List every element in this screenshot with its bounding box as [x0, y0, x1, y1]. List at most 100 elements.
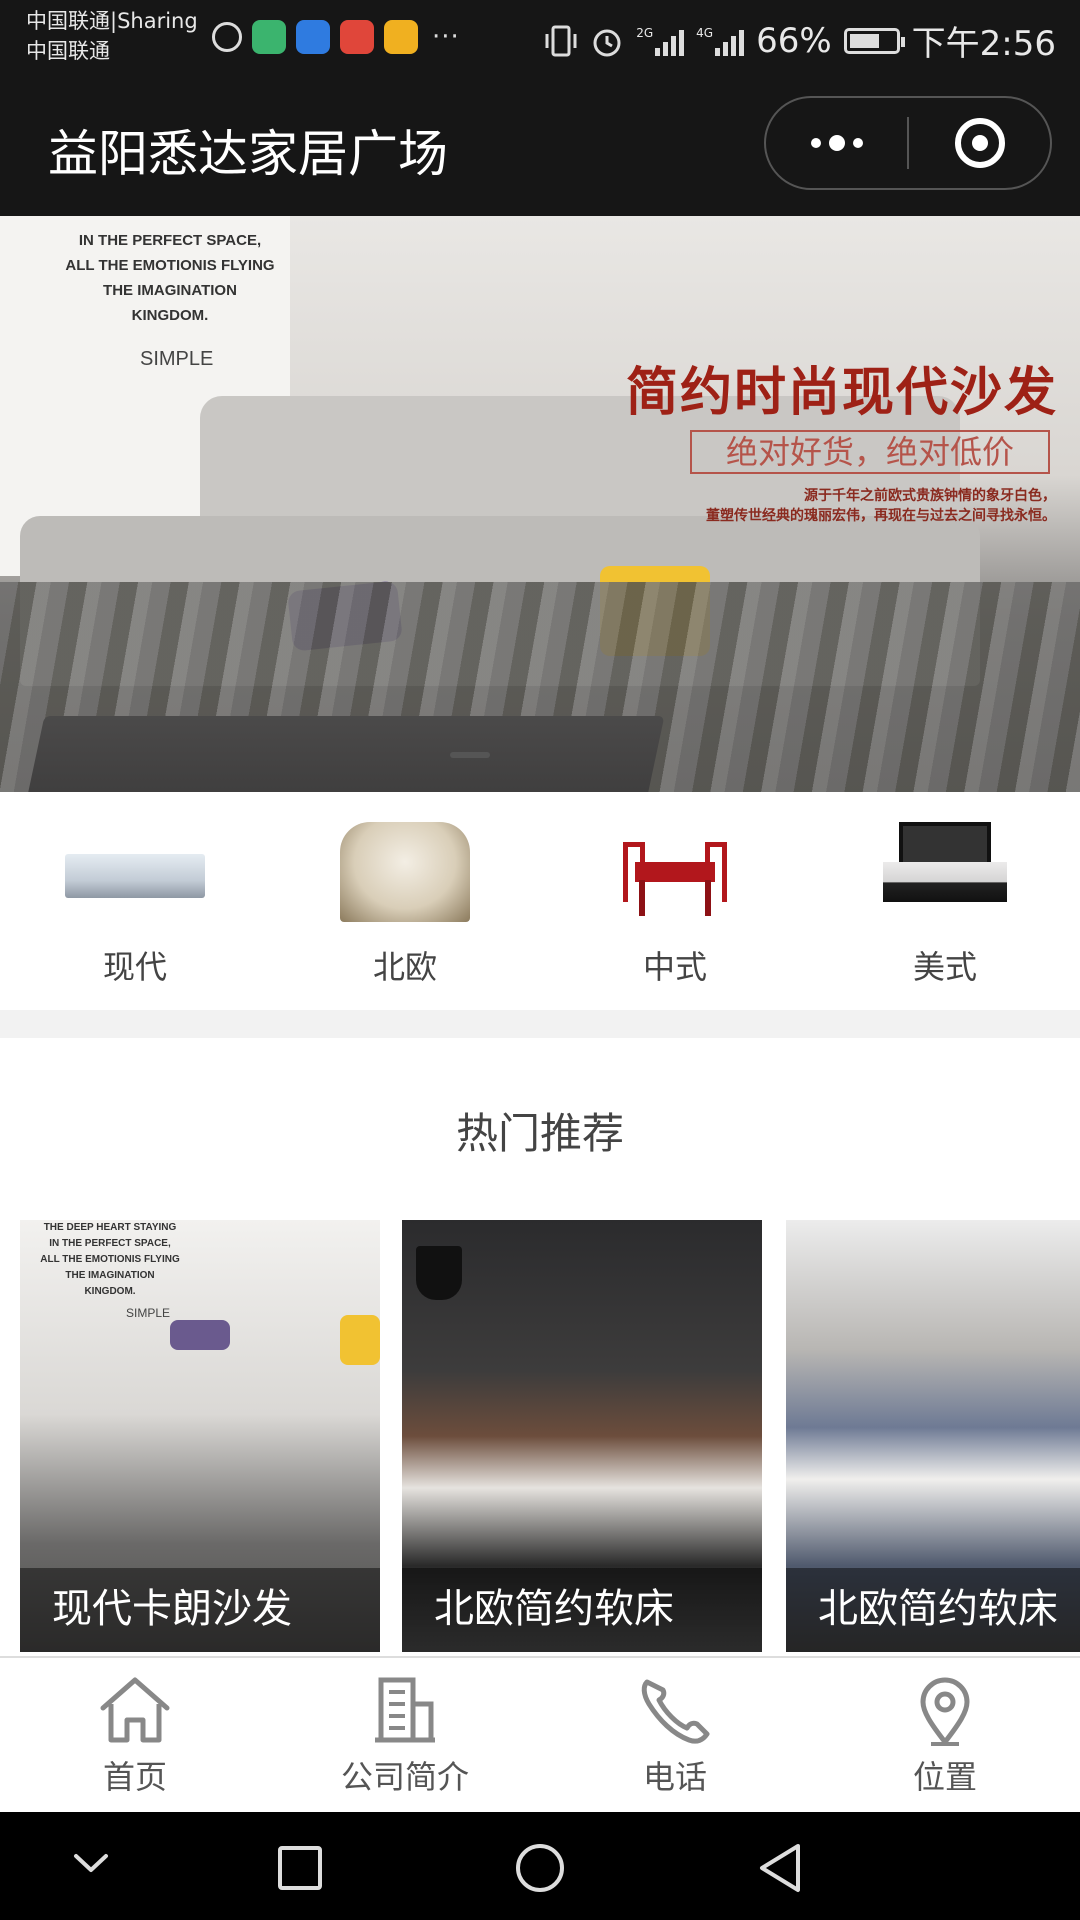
- poster-line: THE IMAGINATION: [65, 1270, 155, 1281]
- location-pin-icon: [920, 1677, 970, 1746]
- poster-line: IN THE PERFECT SPACE,: [78, 232, 262, 249]
- page-title: 益阳悉达家居广场: [48, 125, 448, 183]
- carrier-info: 中国联通|Sharing 中国联通: [26, 6, 198, 66]
- baidu-notification-icon: [296, 20, 330, 54]
- store-sign: [572, 1284, 752, 1298]
- category-modern[interactable]: 现代: [0, 792, 270, 1010]
- alarm-icon: [593, 29, 621, 56]
- battery-icon: [843, 27, 905, 54]
- product-caption: 现代卡朗沙发: [52, 1586, 292, 1632]
- modern-furniture-image: [65, 854, 205, 898]
- poster-line: ALL THE EMOTIONIS FLYING: [65, 257, 275, 274]
- chinese-dining-set-image: [605, 822, 745, 922]
- tab-label: 首页: [102, 1758, 167, 1796]
- banner-copy-line: 董塑传世经典的瑰丽宏伟，再现在与过去之间寻找永恒。: [706, 508, 1056, 524]
- tab-home[interactable]: 首页: [0, 1658, 270, 1812]
- notification-icons: ···: [212, 20, 460, 54]
- banner-carousel[interactable]: IN THE PERFECT SPACE, ALL THE EMOTIONIS …: [0, 216, 1080, 792]
- category-label: 现代: [102, 948, 167, 986]
- poster-line: IN THE PERFECT SPACE,: [49, 1238, 171, 1249]
- category-chinese[interactable]: 中式: [540, 792, 810, 1010]
- product-card[interactable]: THE DEEP HEART STAYING IN THE PERFECT SP…: [20, 1220, 380, 1652]
- media-app-notification-icon: [340, 20, 374, 54]
- section-divider: [0, 1010, 1080, 1038]
- carousel-indicator: [450, 752, 490, 758]
- banner-subheadline: 绝对好货，绝对低价: [690, 430, 1050, 474]
- more-notifications-icon: ···: [432, 22, 460, 52]
- poster-line: THE IMAGINATION: [103, 282, 237, 299]
- status-bar: 中国联通|Sharing 中国联通 ··· 2G 4G 66% 下午2:56: [0, 0, 1080, 78]
- poster-line: ALL THE EMOTIONIS FLYING: [40, 1254, 180, 1265]
- floor-lamp-image: [416, 1246, 462, 1300]
- mini-program-header: 益阳悉达家居广场: [0, 78, 1080, 216]
- banner-small-copy: 源于千年之前欧式贵族钟情的象牙白色， 董塑传世经典的瑰丽宏伟，再现在与过去之间寻…: [636, 486, 1056, 526]
- carrier-line-2: 中国联通: [26, 39, 110, 63]
- american-bed-image: [875, 822, 1015, 922]
- poster-simple-text: SIMPLE: [140, 348, 214, 370]
- category-american[interactable]: 美式: [810, 792, 1080, 1010]
- carrier-line-1: 中国联通|Sharing: [26, 9, 198, 33]
- signal-4g: 4G: [696, 25, 745, 56]
- bottom-tab-bar: 首页 公司简介 电话 位置: [0, 1656, 1080, 1812]
- poster-line: KINGDOM.: [84, 1286, 136, 1297]
- poster-line: THE DEEP HEART STAYING: [43, 1222, 177, 1233]
- yellow-cushion: [340, 1315, 380, 1365]
- android-navigation-bar: [0, 1812, 1080, 1920]
- product-caption: 北欧简约软床: [818, 1586, 1058, 1632]
- system-icons: 2G 4G 66% 下午2:56: [544, 16, 1056, 65]
- browser-notification-icon: [384, 20, 418, 54]
- product-card[interactable]: 北欧简约软床: [402, 1220, 762, 1652]
- poster-simple-text: SIMPLE: [126, 1306, 171, 1320]
- more-options-button[interactable]: [766, 98, 907, 188]
- purple-cushion: [170, 1320, 230, 1350]
- network-2g-label: 2G: [636, 25, 654, 40]
- tab-label: 公司简介: [340, 1758, 469, 1796]
- banner-headline: 简约时尚现代沙发: [625, 362, 1058, 423]
- poster-line: KINGDOM.: [131, 307, 209, 324]
- building-icon: [375, 1677, 435, 1743]
- chevron-down-icon[interactable]: [68, 1840, 114, 1886]
- coffee-table-image: [0, 716, 665, 792]
- phone-icon: [641, 1679, 710, 1744]
- nordic-bed-image: [340, 822, 470, 922]
- tab-label: 位置: [912, 1758, 977, 1796]
- category-nordic[interactable]: 北欧: [270, 792, 540, 1010]
- signal-bars-icon: [655, 26, 685, 56]
- target-circle-icon: [954, 118, 1005, 168]
- clock: 下午2:56: [911, 24, 1056, 64]
- back-triangle-icon[interactable]: [752, 1840, 808, 1896]
- category-label: 北欧: [372, 948, 437, 986]
- table-leg-shape: [639, 880, 645, 916]
- category-label: 中式: [642, 948, 707, 986]
- video-app-notification-icon: [252, 20, 286, 54]
- signal-bars-icon: [715, 26, 745, 56]
- vibrate-icon: [545, 25, 577, 56]
- banner-poster-text: IN THE PERFECT SPACE, ALL THE EMOTIONIS …: [50, 228, 290, 328]
- product-poster-text: THE DEEP HEART STAYING IN THE PERFECT SP…: [20, 1220, 200, 1300]
- close-mini-program-button[interactable]: [909, 98, 1050, 188]
- table-leg-shape: [705, 880, 711, 916]
- tab-company-intro[interactable]: 公司简介: [270, 1658, 540, 1812]
- tab-location[interactable]: 位置: [810, 1658, 1080, 1812]
- battery-percent: 66%: [756, 20, 832, 61]
- table-top-shape: [635, 862, 715, 882]
- weibo-notification-icon: [212, 22, 242, 52]
- signal-2g: 2G: [636, 25, 685, 56]
- product-carousel[interactable]: THE DEEP HEART STAYING IN THE PERFECT SP…: [20, 1220, 1080, 1652]
- recent-apps-icon[interactable]: [272, 1840, 328, 1896]
- headboard-shape: [899, 822, 991, 866]
- tab-label: 电话: [642, 1758, 707, 1796]
- more-dots-icon: [810, 135, 863, 151]
- home-circle-icon[interactable]: [512, 1840, 568, 1896]
- tab-phone[interactable]: 电话: [540, 1658, 810, 1812]
- mattress-shape: [883, 862, 1007, 902]
- banner-copy-line: 源于千年之前欧式贵族钟情的象牙白色，: [804, 488, 1056, 504]
- section-title: 热门推荐: [455, 1109, 624, 1158]
- network-4g-label: 4G: [696, 25, 714, 40]
- battery-fill: [849, 33, 879, 48]
- category-label: 美式: [912, 948, 977, 986]
- product-card[interactable]: 北欧简约软床: [786, 1220, 1080, 1652]
- category-row: 现代 北欧 中式 美式: [0, 792, 1080, 1010]
- product-caption: 北欧简约软床: [434, 1586, 674, 1632]
- mini-program-capsule: [764, 96, 1052, 190]
